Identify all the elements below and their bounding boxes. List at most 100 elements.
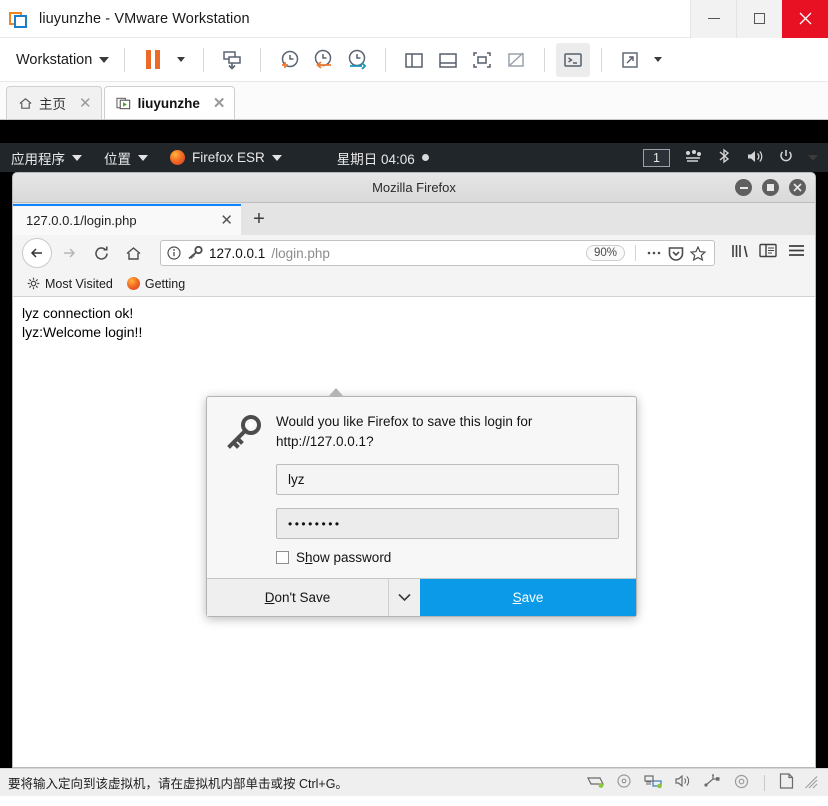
snapshot-manager-button[interactable]	[340, 43, 374, 77]
snapshot-take-button[interactable]	[272, 43, 306, 77]
show-password-checkbox[interactable]	[276, 551, 289, 564]
dont-save-button[interactable]: Don't Save	[207, 579, 388, 616]
show-bottom-pane-button[interactable]	[431, 43, 465, 77]
vm-tab-liuyunzhe[interactable]: liuyunzhe ✕	[103, 86, 236, 119]
library-icon[interactable]	[731, 243, 749, 264]
doorhanger-footer: Don't Save Save	[207, 578, 636, 616]
fullscreen-button[interactable]	[465, 43, 499, 77]
places-menu-label: 位置	[104, 151, 131, 167]
chevron-down-icon	[398, 593, 411, 602]
vm-tab-liuyunzhe-close[interactable]: ✕	[213, 96, 226, 111]
bluetooth-icon[interactable]	[716, 148, 732, 167]
vm-tab-home-close[interactable]: ✕	[79, 96, 92, 111]
bookmark-most-visited-label: Most Visited	[45, 276, 113, 291]
snapshot-revert-icon	[315, 49, 332, 69]
reload-button[interactable]	[86, 238, 116, 268]
back-button[interactable]	[22, 238, 52, 268]
firefox-close-button[interactable]	[789, 179, 806, 196]
gnome-top-panel: 应用程序 位置 Firefox ESR 星期日 04:06 1	[0, 143, 828, 172]
firefox-titlebar: Mozilla Firefox	[13, 173, 815, 203]
sidebar-icon[interactable]	[759, 243, 777, 263]
chevron-down-icon	[72, 154, 82, 161]
browser-tab-close[interactable]: ✕	[220, 213, 233, 228]
vm-guest-screen[interactable]: 应用程序 位置 Firefox ESR 星期日 04:06 1 Mozilla …	[0, 120, 828, 768]
vmware-status-bar: 要将输入定向到该虚拟机，请在虚拟机内部单击或按 Ctrl+G。	[0, 768, 828, 796]
network-icon[interactable]	[684, 149, 702, 166]
display-icon[interactable]	[779, 773, 794, 792]
cd-dvd-icon[interactable]	[616, 773, 633, 792]
power-icon[interactable]	[778, 148, 794, 167]
resize-grip[interactable]	[805, 776, 818, 789]
hard-disk-icon[interactable]	[586, 774, 605, 792]
toolbar-divider	[544, 47, 546, 72]
workstation-menu-label: Workstation	[16, 51, 93, 68]
snapshot-manager-icon	[349, 49, 367, 70]
send-ctrl-alt-del-button[interactable]	[215, 43, 249, 77]
home-button[interactable]	[118, 238, 148, 268]
show-password-checkbox-row[interactable]: Show password	[276, 550, 619, 565]
new-tab-button[interactable]: +	[241, 204, 277, 235]
expand-button[interactable]	[613, 43, 647, 77]
firefox-minimize-button[interactable]	[735, 179, 752, 196]
volume-icon[interactable]	[746, 149, 764, 167]
doorhanger-dropdown-button[interactable]	[388, 579, 420, 616]
saved-login-key-icon[interactable]	[187, 246, 203, 260]
page-line-1: lyz connection ok!	[22, 305, 134, 321]
chevron-down-icon	[654, 57, 663, 62]
panel-clock[interactable]: 星期日 04:06	[337, 148, 429, 168]
bookmark-getting-started[interactable]: Getting	[123, 275, 189, 293]
usb-device-icon[interactable]	[703, 774, 722, 791]
username-field[interactable]: lyz	[276, 464, 619, 495]
page-actions-ellipsis-icon[interactable]	[646, 250, 662, 256]
bookmark-most-visited[interactable]: Most Visited	[23, 275, 117, 293]
hamburger-menu-icon[interactable]	[787, 243, 806, 263]
page-info-icon[interactable]	[167, 246, 181, 260]
firefox-maximize-button[interactable]	[762, 179, 779, 196]
doorhanger-message-line2: http://127.0.0.1?	[276, 433, 374, 449]
close-button[interactable]	[782, 0, 828, 38]
pause-vm-button[interactable]	[136, 43, 170, 77]
unity-mode-button[interactable]	[499, 43, 533, 77]
expand-dropdown-button[interactable]	[647, 43, 669, 77]
close-icon	[793, 183, 802, 192]
console-view-button[interactable]	[556, 42, 591, 77]
firefox-window-controls	[735, 179, 806, 196]
pause-dropdown-button[interactable]	[170, 43, 192, 77]
snapshot-revert-button[interactable]	[306, 43, 340, 77]
workspace-switcher[interactable]: 1	[643, 148, 670, 167]
minimize-button[interactable]	[690, 0, 736, 38]
chevron-down-icon	[138, 154, 148, 161]
places-menu[interactable]: 位置	[93, 143, 159, 172]
home-icon	[19, 97, 32, 109]
chevron-down-icon[interactable]	[808, 154, 818, 161]
show-left-pane-button[interactable]	[397, 43, 431, 77]
url-host: 127.0.0.1	[209, 245, 266, 261]
workstation-menu-button[interactable]: Workstation	[12, 49, 113, 71]
toolbar-divider	[124, 47, 126, 72]
sound-card-icon[interactable]	[674, 774, 692, 791]
forward-button[interactable]	[54, 238, 84, 268]
url-bar[interactable]: 127.0.0.1/login.php 90%	[160, 240, 715, 266]
vm-tab-home[interactable]: 主页 ✕	[6, 86, 102, 119]
applications-menu-label: 应用程序	[11, 151, 65, 167]
network-adapter-icon[interactable]	[644, 774, 663, 792]
firefox-launcher[interactable]: Firefox ESR	[159, 143, 293, 172]
save-button[interactable]: Save	[420, 579, 636, 616]
chevron-down-icon	[177, 57, 186, 62]
zoom-level-badge[interactable]: 90%	[585, 245, 625, 261]
doorhanger-message-line1: Would you like Firefox to save this logi…	[276, 414, 533, 429]
applications-menu[interactable]: 应用程序	[0, 143, 93, 172]
printer-icon[interactable]	[733, 774, 750, 792]
fullscreen-icon	[473, 51, 492, 68]
vm-tab-liuyunzhe-label: liuyunzhe	[137, 95, 200, 111]
browser-tab-label: 127.0.0.1/login.php	[26, 213, 137, 228]
console-icon	[564, 52, 583, 67]
maximize-button[interactable]	[736, 0, 782, 38]
status-divider	[764, 774, 765, 791]
bookmark-star-icon[interactable]	[690, 245, 706, 261]
password-field[interactable]: ••••••••	[276, 508, 619, 539]
browser-tab-login[interactable]: 127.0.0.1/login.php ✕	[13, 204, 241, 235]
toolbar-divider	[203, 47, 205, 72]
pocket-icon[interactable]	[668, 246, 684, 261]
dont-save-label: Don't Save	[264, 590, 331, 605]
